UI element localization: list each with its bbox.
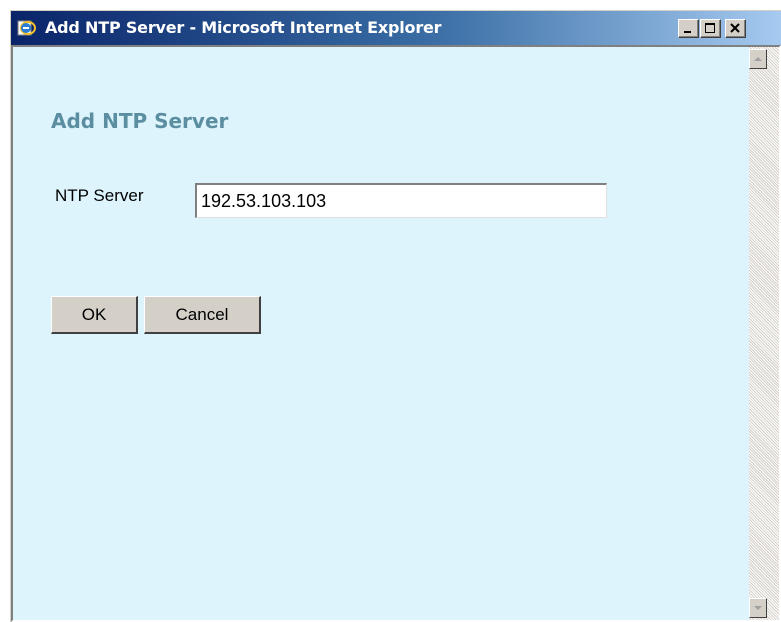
close-icon [730,23,740,33]
page-content: Add NTP Server NTP Server OK Cancel [13,47,749,620]
minimize-icon [684,31,691,33]
close-button[interactable] [725,19,746,38]
page-title: Add NTP Server [51,109,229,133]
window-title: Add NTP Server - Microsoft Internet Expl… [45,18,442,37]
maximize-icon [705,23,715,33]
ntp-server-label: NTP Server [55,186,144,205]
scroll-up-arrow-icon [754,57,762,61]
minimize-button[interactable] [678,19,699,38]
ie-icon [17,18,37,38]
maximize-button[interactable] [700,19,721,38]
scroll-up-button[interactable] [749,49,767,69]
client-area: Add NTP Server NTP Server OK Cancel [11,45,781,622]
scroll-down-arrow-icon [754,606,762,610]
scroll-down-button[interactable] [749,598,767,618]
ntp-server-input[interactable] [195,183,607,218]
vertical-scrollbar[interactable] [749,47,779,620]
cancel-button[interactable]: Cancel [144,296,261,334]
ok-button[interactable]: OK [51,296,138,334]
browser-window: Add NTP Server - Microsoft Internet Expl… [10,10,781,622]
title-bar[interactable]: Add NTP Server - Microsoft Internet Expl… [11,11,781,45]
